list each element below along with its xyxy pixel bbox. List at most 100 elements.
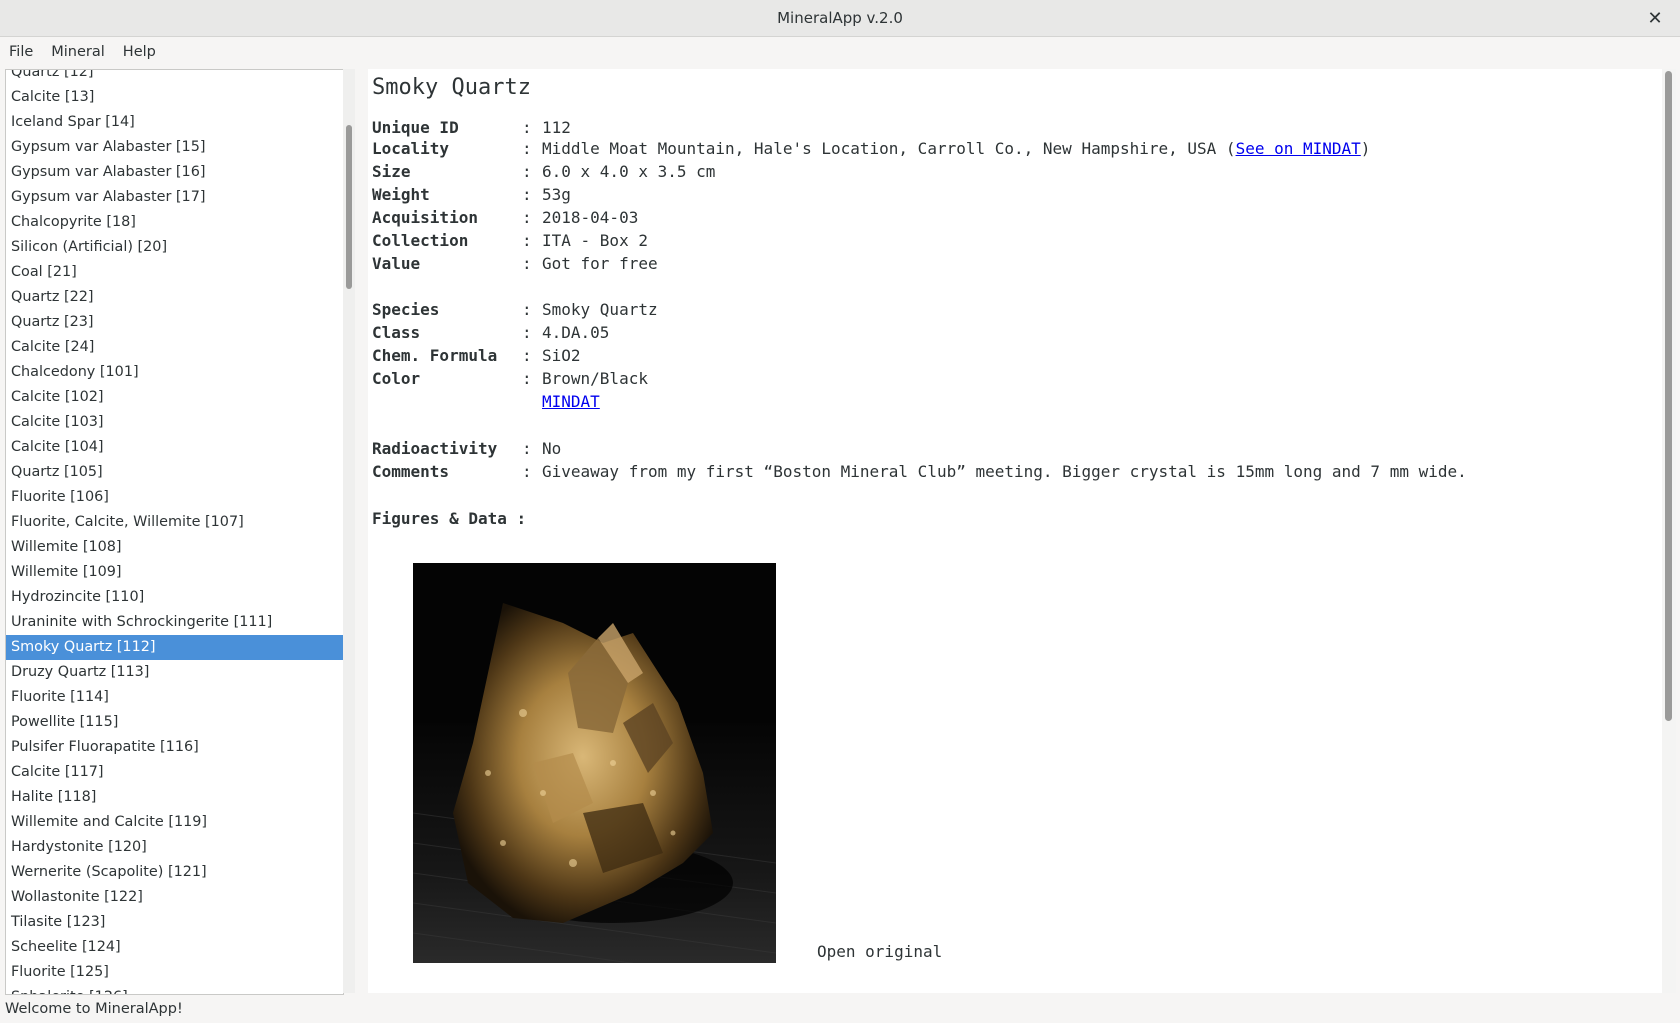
locality-row: Locality: Middle Moat Mountain, Hale's Lo… — [372, 138, 1370, 160]
list-item[interactable]: Pulsifer Fluorapatite [116] — [6, 735, 343, 760]
list-item[interactable]: Willemite [108] — [6, 535, 343, 560]
value-row: Value: Got for free — [372, 253, 658, 275]
species-label: Species — [372, 300, 440, 319]
list-item[interactable]: Wernerite (Scapolite) [121] — [6, 860, 343, 885]
comments-label: Comments — [372, 462, 450, 481]
class-label: Class — [372, 323, 421, 342]
comments-value: Giveaway from my first “Boston Mineral C… — [542, 462, 1467, 481]
comments-row: Comments: Giveaway from my first “Boston … — [372, 461, 1467, 483]
class-value: 4.DA.05 — [542, 323, 610, 342]
size-label: Size — [372, 162, 411, 181]
colon: : — [522, 439, 532, 458]
acquisition-row: Acquisition:2018-04-03 — [372, 207, 638, 229]
colon: : — [522, 162, 532, 181]
list-item[interactable]: Hardystonite [120] — [6, 835, 343, 860]
weight-value: 53g — [542, 185, 571, 204]
list-item[interactable]: Iceland Spar [14] — [6, 110, 343, 135]
colon: : — [522, 208, 532, 227]
list-item[interactable]: Quartz [12] — [6, 70, 343, 85]
colon: : — [522, 254, 532, 273]
list-item[interactable]: Gypsum var Alabaster [16] — [6, 160, 343, 185]
mindat-link[interactable]: MINDAT — [542, 392, 600, 411]
list-item[interactable]: Calcite [117] — [6, 760, 343, 785]
list-item[interactable]: Scheelite [124] — [6, 935, 343, 960]
list-item[interactable]: Fluorite [125] — [6, 960, 343, 985]
collection-value: ITA - Box 2 — [542, 231, 648, 250]
radioactivity-label: Radioactivity — [372, 439, 498, 458]
menu-help[interactable]: Help — [114, 44, 165, 60]
collection-label: Collection — [372, 231, 469, 250]
mindat-row: MINDAT — [542, 391, 600, 413]
list-item[interactable]: Quartz [105] — [6, 460, 343, 485]
list-item[interactable]: Gypsum var Alabaster [17] — [6, 185, 343, 210]
list-item[interactable]: Halite [118] — [6, 785, 343, 810]
radioactivity-row: Radioactivity: No — [372, 438, 561, 460]
list-item[interactable]: Gypsum var Alabaster [15] — [6, 135, 343, 160]
formula-value: SiO2 — [542, 346, 581, 365]
list-item[interactable]: Sphalerite [126] — [6, 985, 343, 994]
list-item[interactable]: Druzy Quartz [113] — [6, 660, 343, 685]
list-item[interactable]: Chalcedony [101] — [6, 360, 343, 385]
list-item[interactable]: Calcite [13] — [6, 85, 343, 110]
list-item[interactable]: Fluorite, Calcite, Willemite [107] — [6, 510, 343, 535]
unique-id-label: Unique ID — [372, 118, 459, 137]
list-item[interactable]: Silicon (Artificial) [20] — [6, 235, 343, 260]
locality-label: Locality — [372, 139, 450, 158]
detail-scrollbar[interactable] — [1662, 69, 1676, 993]
mineral-list-scrollbar[interactable] — [343, 69, 355, 993]
list-item[interactable]: Uraninite with Schrockingerite [111] — [6, 610, 343, 635]
weight-label: Weight — [372, 185, 430, 204]
figures-data-label: Figures & Data : — [372, 509, 527, 528]
see-on-mindat-link[interactable]: See on MINDAT — [1236, 139, 1361, 158]
list-item[interactable]: Calcite [24] — [6, 335, 343, 360]
colon: : — [522, 185, 532, 204]
list-item[interactable]: Calcite [103] — [6, 410, 343, 435]
colon: : — [522, 323, 532, 342]
status-text: Welcome to MineralApp! — [5, 1001, 183, 1017]
colon: : — [522, 346, 532, 365]
list-item[interactable]: Hydrozincite [110] — [6, 585, 343, 610]
list-item[interactable]: Calcite [102] — [6, 385, 343, 410]
unique-id-value: 112 — [542, 118, 571, 137]
list-item[interactable]: Powellite [115] — [6, 710, 343, 735]
close-icon[interactable]: ✕ — [1644, 7, 1666, 29]
size-row: Size:6.0 x 4.0 x 3.5 cm — [372, 161, 715, 183]
list-item[interactable]: Fluorite [106] — [6, 485, 343, 510]
list-item[interactable]: Quartz [22] — [6, 285, 343, 310]
mineral-list-scroll-thumb[interactable] — [346, 125, 352, 289]
colon: : — [522, 231, 532, 250]
unique-id-row: Unique ID:112 — [372, 117, 571, 139]
open-original-link[interactable]: Open original — [817, 942, 942, 961]
list-item[interactable]: Fluorite [114] — [6, 685, 343, 710]
mineral-photo — [413, 563, 776, 963]
menu-mineral[interactable]: Mineral — [42, 44, 114, 60]
mineral-detail-pane: Smoky Quartz Unique ID:112 Locality: Midd… — [368, 69, 1664, 993]
colon: : — [522, 139, 532, 158]
list-item[interactable]: Willemite [109] — [6, 560, 343, 585]
color-value: Brown/Black — [542, 369, 648, 388]
acquisition-label: Acquisition — [372, 208, 478, 227]
detail-scroll-thumb[interactable] — [1665, 71, 1672, 721]
color-label: Color — [372, 369, 421, 388]
list-item[interactable]: Wollastonite [122] — [6, 885, 343, 910]
weight-row: Weight:53g — [372, 184, 571, 206]
species-row: Species: Smoky Quartz — [372, 299, 658, 321]
list-item[interactable]: Quartz [23] — [6, 310, 343, 335]
list-item[interactable]: Tilasite [123] — [6, 910, 343, 935]
list-item[interactable]: Coal [21] — [6, 260, 343, 285]
list-item[interactable]: Calcite [104] — [6, 435, 343, 460]
value-label: Value — [372, 254, 421, 273]
window-title: MineralApp v.2.0 — [777, 9, 903, 27]
list-item[interactable]: Smoky Quartz [112] — [6, 635, 343, 660]
title-bar: MineralApp v.2.0 ✕ — [0, 0, 1680, 37]
menu-file[interactable]: File — [0, 44, 42, 60]
mineral-list[interactable]: Quartz [12] Calcite [13] Iceland Spar [14]… — [5, 69, 344, 995]
size-value: 6.0 x 4.0 x 3.5 cm — [542, 162, 716, 181]
colon: : — [522, 118, 532, 137]
radioactivity-value: No — [542, 439, 562, 458]
colon: : — [522, 300, 532, 319]
formula-row: Chem. Formula: SiO2 — [372, 345, 581, 367]
list-item[interactable]: Willemite and Calcite [119] — [6, 810, 343, 835]
color-row: Color: Brown/Black — [372, 368, 648, 390]
list-item[interactable]: Chalcopyrite [18] — [6, 210, 343, 235]
